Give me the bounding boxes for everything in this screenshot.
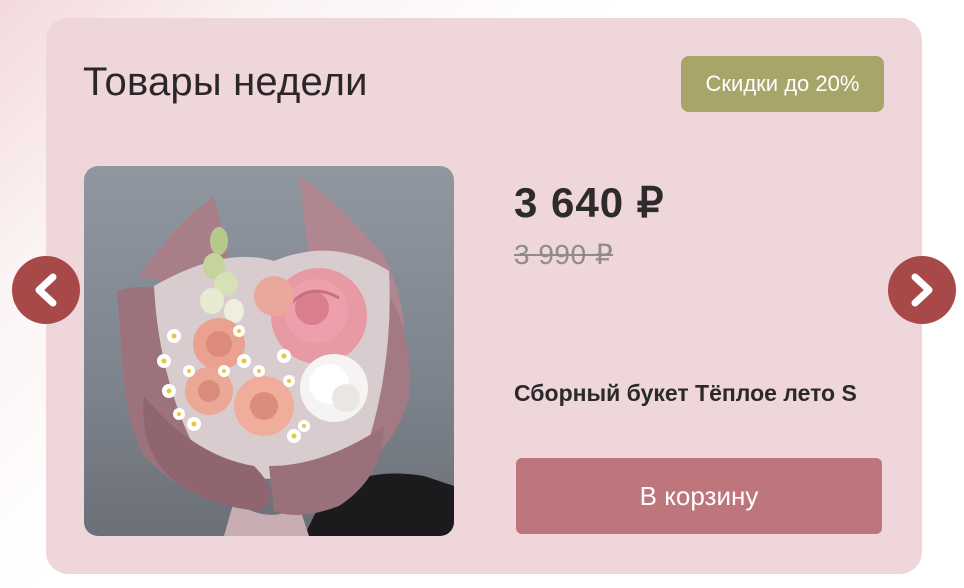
- product-price: 3 640 ₽: [514, 179, 665, 226]
- product-old-price: 3 990 ₽: [514, 239, 614, 270]
- product-name[interactable]: Сборный букет Тёплое лето S: [514, 378, 884, 409]
- section-title: Товары недели: [83, 60, 368, 104]
- chevron-left-icon: [35, 273, 57, 307]
- add-to-cart-button[interactable]: В корзину: [516, 458, 882, 534]
- discount-badge[interactable]: Скидки до 20%: [681, 56, 884, 112]
- weekly-products-card: Товары недели Скидки до 20% 3 640 ₽ 3 99…: [46, 18, 922, 574]
- carousel-next-button[interactable]: [888, 256, 956, 324]
- bouquet-illustration: [117, 176, 454, 536]
- carousel-prev-button[interactable]: [12, 256, 80, 324]
- product-image[interactable]: [84, 166, 454, 536]
- chevron-right-icon: [911, 273, 933, 307]
